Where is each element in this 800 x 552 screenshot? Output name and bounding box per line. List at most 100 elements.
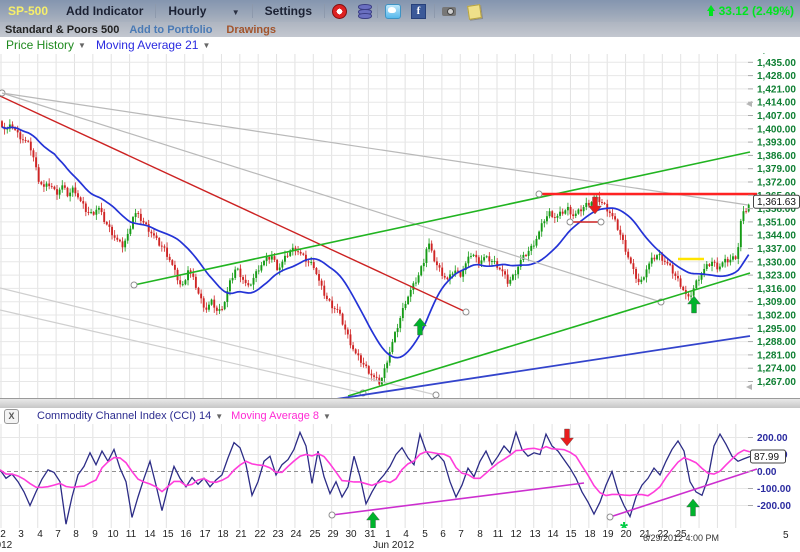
candle-body — [483, 257, 485, 260]
chevron-down-icon[interactable]: ▼ — [323, 412, 331, 421]
month-label: Jun 2012 — [373, 540, 427, 551]
price-chart[interactable]: 1,442.001,435.001,428.001,421.001,414.00… — [0, 40, 800, 398]
ma8-dropdown[interactable]: Moving Average 8 — [231, 410, 319, 422]
asterisk-marker: * — [620, 519, 628, 528]
chevron-down-icon: ▼ — [232, 8, 240, 17]
trendline — [348, 273, 750, 396]
price-tick-label: 1,274.00 — [757, 364, 796, 375]
candle-body — [601, 202, 603, 203]
candle-body — [260, 265, 262, 270]
candle-body — [321, 281, 323, 286]
candle-body — [347, 329, 349, 334]
candle-body — [591, 202, 593, 205]
candle-body — [640, 280, 642, 282]
cci-trendline — [332, 483, 584, 515]
candle-body — [30, 142, 32, 151]
candle-body — [334, 308, 336, 309]
candle-body — [35, 157, 37, 167]
candle-body — [530, 246, 532, 251]
add-to-portfolio-link[interactable]: Add to Portfolio — [129, 24, 212, 36]
toolbar-separator — [252, 4, 253, 18]
candle-body — [64, 185, 66, 187]
candle-body — [439, 265, 441, 267]
candle-body — [111, 227, 113, 235]
candle-body — [158, 238, 160, 246]
candle-body — [51, 186, 53, 187]
price-tick-label: 1,414.00 — [757, 98, 796, 109]
candle-body — [394, 332, 396, 342]
price-tick-label: 1,344.00 — [757, 231, 796, 242]
candle-body — [470, 256, 472, 257]
candle-body — [82, 201, 84, 203]
candle-body — [182, 284, 184, 285]
candle-body — [263, 261, 265, 265]
chevron-down-icon[interactable]: ▼ — [215, 412, 223, 421]
candle-body — [748, 205, 750, 212]
note-icon[interactable] — [468, 3, 484, 19]
candle-body — [53, 187, 55, 189]
candle-body — [669, 263, 671, 265]
price-history-dropdown[interactable]: Price History — [6, 38, 74, 52]
twitter-icon[interactable] — [385, 3, 401, 19]
cci-value: 87.99 — [754, 452, 779, 463]
candle-body — [436, 261, 438, 265]
candle-body — [488, 256, 490, 261]
drawing-handle — [329, 512, 335, 518]
symbol-label[interactable]: SP-500 — [8, 4, 48, 18]
candle-body — [124, 241, 126, 248]
close-cci-button[interactable]: X — [4, 409, 19, 424]
candle-body — [706, 264, 708, 269]
alarm-icon[interactable] — [332, 3, 348, 19]
candle-body — [308, 262, 310, 263]
candle-body — [88, 212, 90, 213]
candle-body — [300, 252, 302, 254]
candle-body — [653, 258, 655, 260]
candle-body — [32, 150, 34, 157]
candle-body — [368, 366, 370, 374]
candle-body — [425, 249, 427, 263]
chevron-down-icon[interactable]: ▼ — [202, 41, 210, 50]
candle-body — [365, 364, 367, 366]
ma21-dropdown[interactable]: Moving Average 21 — [96, 38, 199, 52]
add-indicator-button[interactable]: Add Indicator — [66, 4, 143, 18]
cci-dropdown[interactable]: Commodity Channel Index (CCI) 14 — [37, 410, 211, 422]
database-icon[interactable] — [358, 6, 370, 19]
candle-body — [326, 296, 328, 299]
candle-body — [90, 212, 92, 213]
candle-body — [184, 280, 186, 284]
price-tick-label: 1,316.00 — [757, 284, 796, 295]
candle-body — [638, 279, 640, 282]
candle-body — [614, 216, 616, 219]
candle-body — [609, 211, 611, 213]
candle-body — [200, 294, 202, 299]
interval-value: Hourly — [168, 4, 206, 18]
candle-body — [444, 276, 446, 278]
price-tick-label: 1,281.00 — [757, 350, 796, 361]
candle-body — [77, 193, 79, 197]
candle-body — [98, 208, 100, 210]
candle-body — [360, 355, 362, 363]
candle-body — [174, 265, 176, 270]
chevron-down-icon[interactable]: ▼ — [78, 41, 86, 50]
cci-chart[interactable]: *200.00100.000.00-100.00-200.0087.99 — [0, 424, 800, 528]
candle-body — [187, 270, 189, 280]
candle-body — [551, 211, 553, 217]
facebook-icon[interactable]: f — [411, 3, 427, 19]
candle-body — [198, 288, 200, 294]
candle-body — [588, 203, 590, 206]
camera-icon[interactable] — [442, 3, 458, 19]
candle-body — [651, 258, 653, 264]
candle-body — [682, 287, 684, 290]
trendline — [310, 336, 750, 398]
price-change-badge: 33.12 (2.49%) — [707, 4, 794, 18]
candle-body — [420, 266, 422, 275]
candle-body — [234, 270, 236, 278]
candle-body — [216, 308, 218, 311]
settings-button[interactable]: Settings — [265, 4, 312, 18]
candle-body — [156, 236, 158, 238]
candle-body — [397, 328, 399, 332]
interval-dropdown[interactable]: Hourly ▼ — [168, 4, 239, 18]
candle-body — [101, 208, 103, 212]
candle-body — [46, 184, 48, 187]
drawings-link[interactable]: Drawings — [226, 24, 276, 36]
